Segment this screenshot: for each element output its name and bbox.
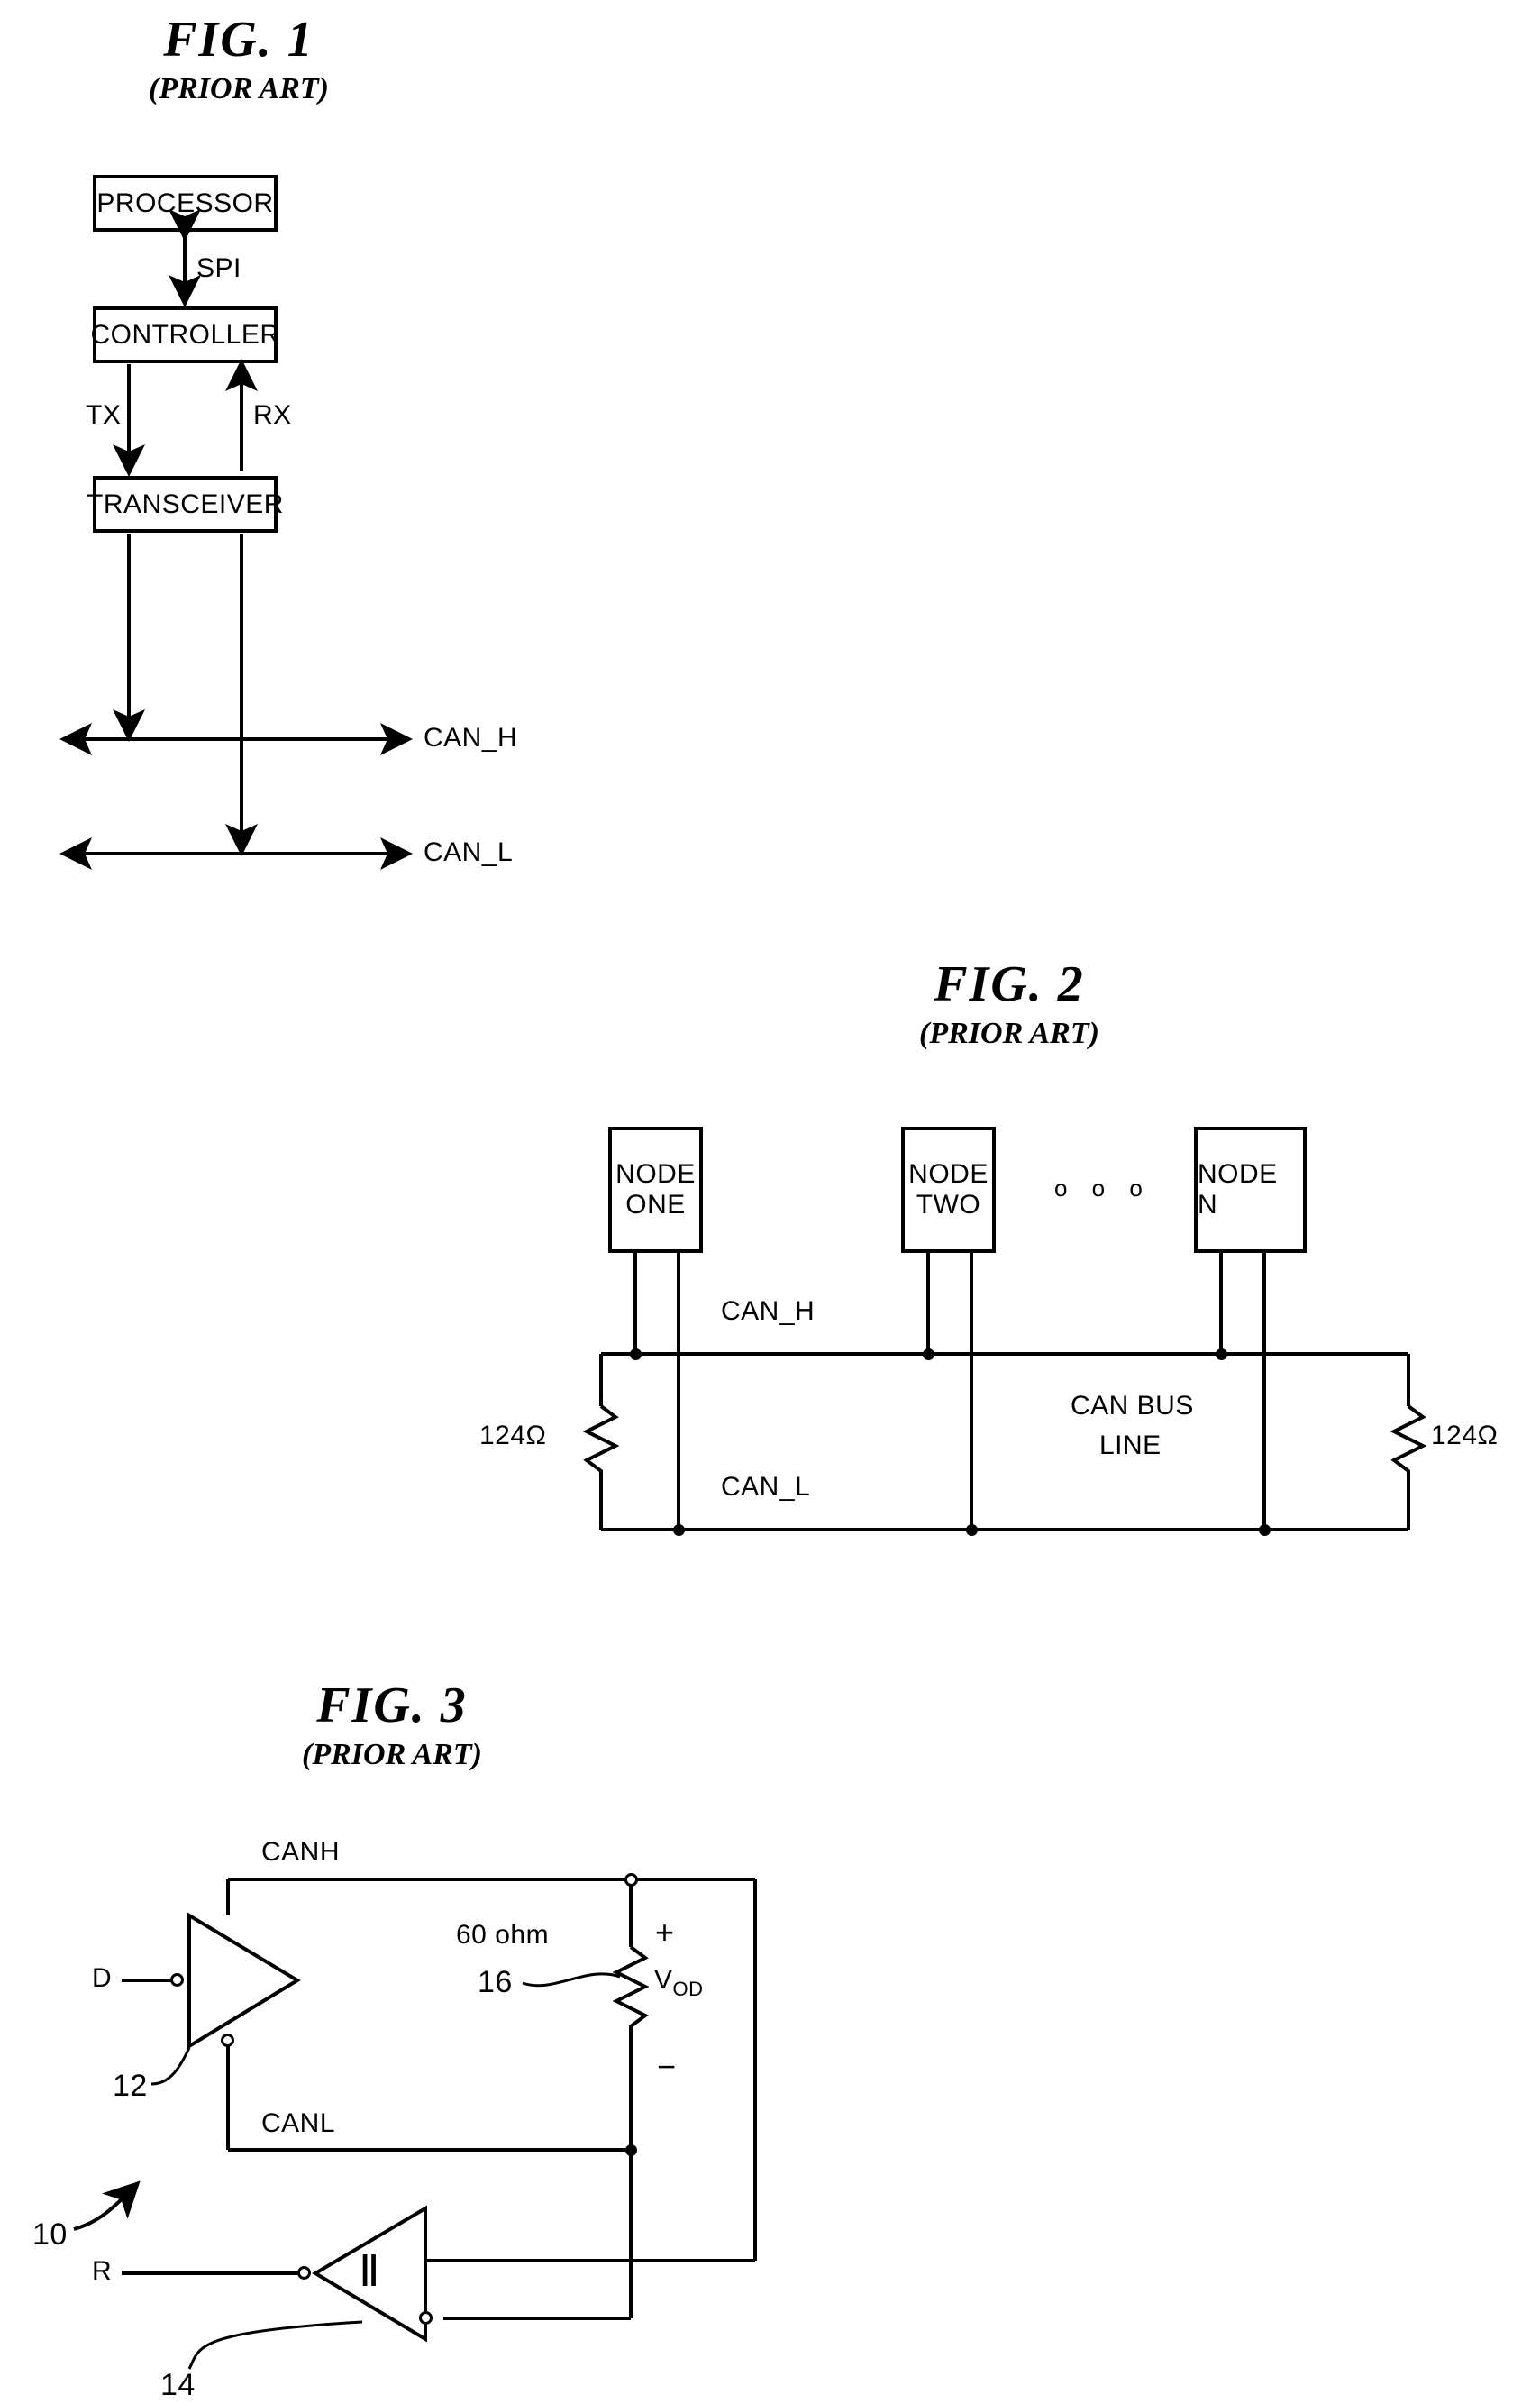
- vod-symbol: VOD: [654, 1965, 704, 2001]
- transceiver-reference-numeral: 10: [32, 2217, 68, 2252]
- vod-plus-sign: +: [655, 1914, 675, 1951]
- figure-3: FIG. 3 (PRIOR ART) Ⅱ D R CANH CANL 60 oh…: [0, 1677, 901, 2402]
- can-bus-line-label-2: LINE: [1099, 1431, 1162, 1460]
- figure-1-bus-wiring: [59, 534, 413, 870]
- figure-2-can-l-label: CAN_L: [721, 1472, 811, 1502]
- right-terminator-value: 124Ω: [1431, 1421, 1499, 1450]
- left-terminator-value: 124Ω: [479, 1421, 547, 1450]
- receiver-output-bubble-icon: [297, 2266, 311, 2280]
- figure-2: FIG. 2 (PRIOR ART) NODE ONE NODE TWO o o…: [469, 955, 1540, 1541]
- resistor-reference-numeral: 16: [478, 1965, 513, 1999]
- vod-symbol-subscript: OD: [672, 1978, 704, 2000]
- receiver-inverting-input-bubble-icon: [419, 2311, 433, 2325]
- can-h-label: CAN_H: [424, 723, 518, 753]
- driver-input-bubble-icon: [170, 1973, 184, 1987]
- junction-dot: [923, 1348, 934, 1360]
- junction-dot: [1216, 1348, 1227, 1360]
- junction-dot: [630, 1348, 642, 1360]
- figure-2-can-h-label: CAN_H: [721, 1296, 816, 1326]
- figure-1: FIG. 1 (PRIOR ART) PROCESSOR SPI CONTROL…: [0, 0, 631, 937]
- junction-dot: [1259, 1524, 1271, 1536]
- figure-3-canh-label: CANH: [261, 1837, 341, 1867]
- can-l-label: CAN_L: [424, 837, 514, 867]
- canl-node-terminal: [625, 2144, 637, 2156]
- can-bus-line-label-1: CAN BUS: [1071, 1391, 1194, 1421]
- receiver-output-pin-label: R: [92, 2256, 113, 2286]
- junction-dot: [673, 1524, 685, 1536]
- vod-minus-sign: −: [657, 2048, 677, 2085]
- receiver-symbol: Ⅱ: [359, 2248, 381, 2296]
- figure-3-canl-label: CANL: [261, 2108, 336, 2138]
- canh-node-terminal: [624, 1873, 638, 1887]
- load-resistor-value: 60 ohm: [456, 1920, 550, 1950]
- junction-dot: [966, 1524, 978, 1536]
- driver-input-pin-label: D: [92, 1963, 113, 1993]
- figure-3-schematic: [73, 1878, 757, 2370]
- vod-symbol-base: V: [654, 1965, 673, 1995]
- driver-inverted-output-bubble-icon: [221, 2034, 234, 2047]
- receiver-reference-numeral: 14: [160, 2368, 196, 2402]
- figure-2-bus-wiring: [582, 1253, 1427, 1531]
- driver-reference-numeral: 12: [113, 2069, 148, 2103]
